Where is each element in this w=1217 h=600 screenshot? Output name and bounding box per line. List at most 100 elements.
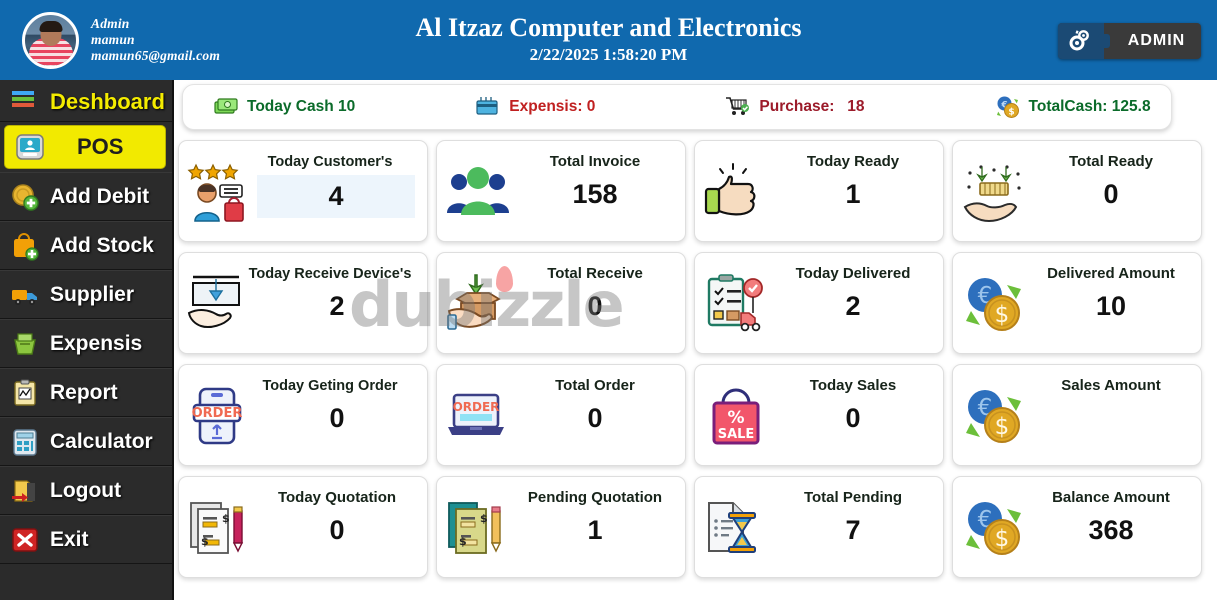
card-title: Today Customer's — [267, 154, 393, 170]
coins-exchange-icon: € $ — [961, 383, 1027, 449]
card-value: 0 — [587, 291, 603, 321]
card-value: 0 — [1103, 179, 1119, 209]
logout-arrow-icon — [10, 476, 40, 506]
svg-text:SALE: SALE — [718, 427, 755, 442]
sidebar-item-label: Add Stock — [50, 233, 154, 257]
card-title: Delivered Amount — [1047, 265, 1175, 282]
dashboard-bars-icon — [10, 87, 40, 117]
sidebar: Deshboard POS Add Debit Add Stock Suppli… — [0, 80, 174, 600]
card-today-customers[interactable]: Today Customer's 4 — [178, 140, 428, 242]
admin-button-label: ADMIN — [1127, 32, 1186, 49]
card-value: 0 — [845, 403, 861, 433]
gears-puzzle-icon — [1058, 23, 1110, 59]
coins-exchange-icon: € $ — [961, 495, 1027, 561]
sidebar-item-expensis[interactable]: Expensis — [0, 319, 172, 368]
cash-bundle-icon — [213, 95, 239, 119]
card-today-quotation[interactable]: $ $ Today Quotation 0 — [178, 476, 428, 578]
card-value: 10 — [1095, 291, 1127, 321]
red-x-icon — [10, 525, 40, 555]
card-value: 0 — [587, 403, 603, 433]
calculator-icon — [10, 427, 40, 457]
user-info: Admin mamun mamun65@gmail.com — [91, 16, 220, 64]
card-today-delivered[interactable]: Today Delivered 2 — [694, 252, 944, 354]
svg-text:ORDER: ORDER — [453, 400, 500, 414]
card-title: Today Geting Order — [262, 378, 398, 394]
sidebar-item-calculator[interactable]: Calculator — [0, 417, 172, 466]
sidebar-item-supplier[interactable]: Supplier — [0, 270, 172, 319]
sidebar-item-add-stock[interactable]: Add Stock — [0, 221, 172, 270]
sidebar-item-report[interactable]: Report — [0, 368, 172, 417]
pos-monitor-icon — [15, 132, 45, 162]
card-title: Sales Amount — [1061, 377, 1161, 394]
svg-text:$: $ — [480, 512, 488, 525]
card-title: Today Delivered — [795, 265, 911, 282]
status-label: Today Cash 10 — [247, 98, 356, 115]
sidebar-item-add-debit[interactable]: Add Debit — [0, 172, 172, 221]
hourglass-doc-icon — [703, 495, 769, 561]
order-laptop-icon: ORDER — [445, 383, 511, 449]
dashboard-window: Admin mamun mamun65@gmail.com Al Itzaz C… — [0, 0, 1217, 600]
status-label: TotalCash: 125.8 — [1028, 98, 1151, 115]
card-today-sales[interactable]: % SALE Today Sales 0 — [694, 364, 944, 466]
svg-text:$: $ — [995, 414, 1010, 440]
hand-package-icon — [961, 159, 1027, 225]
card-sales-amount[interactable]: € $ Sales Amount — [952, 364, 1202, 466]
status-label: Expensis: 0 — [509, 98, 596, 115]
sale-bag-icon: % SALE — [703, 383, 769, 449]
card-title: Total Invoice — [549, 153, 641, 170]
svg-text:$: $ — [459, 535, 467, 548]
card-value: 1 — [587, 515, 603, 545]
status-label: Purchase: 18 — [759, 98, 865, 115]
card-title: Total Ready — [1069, 153, 1153, 170]
clipboard-report-icon — [10, 378, 40, 408]
card-value: 0 — [329, 403, 345, 433]
card-value: 158 — [572, 179, 618, 209]
sidebar-item-label: Report — [50, 380, 118, 404]
svg-text:%: % — [727, 408, 744, 428]
sidebar-item-label: Deshboard — [50, 88, 165, 114]
status-today-cash: Today Cash 10 — [213, 95, 355, 119]
card-total-invoice[interactable]: Total Invoice 158 — [436, 140, 686, 242]
svg-text:$: $ — [222, 512, 230, 525]
admin-button[interactable]: ADMIN — [1058, 23, 1201, 59]
people-group-icon — [445, 159, 511, 225]
status-purchase: Purchase: 18 — [725, 95, 865, 119]
card-value: 2 — [329, 291, 345, 321]
open-box-hand-icon — [445, 271, 511, 337]
coin-plus-icon — [10, 182, 40, 212]
card-today-ready[interactable]: Today Ready 1 — [694, 140, 944, 242]
delivery-truck-icon — [10, 280, 40, 310]
svg-text:$: $ — [1008, 108, 1014, 118]
expense-card-icon — [475, 95, 501, 119]
card-title: Today Ready — [806, 153, 900, 170]
sidebar-item-label: POS — [77, 134, 124, 159]
sidebar-item-pos[interactable]: POS — [4, 125, 166, 169]
user-profile-block: Admin mamun mamun65@gmail.com — [22, 11, 382, 69]
stat-card-grid: Today Customer's 4 Total Invoice 158 Tod… — [176, 140, 1217, 578]
card-value: 4 — [257, 175, 415, 218]
sidebar-item-exit[interactable]: Exit — [0, 515, 172, 564]
user-email: mamun65@gmail.com — [91, 48, 221, 63]
summary-status-bar: Today Cash 10 Expensis: 0 Purchase: 18 €… — [182, 84, 1172, 130]
card-total-pending[interactable]: Total Pending 7 — [694, 476, 944, 578]
avatar — [22, 11, 79, 69]
purchase-cart-icon — [725, 95, 751, 119]
card-title: Total Order — [555, 377, 635, 394]
card-delivered-amount[interactable]: € $ Delivered Amount 10 — [952, 252, 1202, 354]
sidebar-item-logout[interactable]: Logout — [0, 466, 172, 515]
quotation-pencil-icon: $ $ — [445, 495, 511, 561]
card-pending-quotation[interactable]: $ $ Pending Quotation 1 — [436, 476, 686, 578]
card-title: Balance Amount — [1052, 489, 1170, 506]
card-balance-amount[interactable]: € $ Balance Amount 368 — [952, 476, 1202, 578]
sidebar-item-label: Logout — [50, 478, 122, 502]
sidebar-item-label: Exit — [50, 527, 89, 551]
app-header: Admin mamun mamun65@gmail.com Al Itzaz C… — [0, 0, 1217, 80]
card-today-geting-order[interactable]: ORDER Today Geting Order 0 — [178, 364, 428, 466]
coins-exchange-icon: € $ — [961, 271, 1027, 337]
card-total-ready[interactable]: Total Ready 0 — [952, 140, 1202, 242]
status-expensis: Expensis: 0 — [475, 95, 595, 119]
sidebar-item-deshboard[interactable]: Deshboard — [0, 82, 172, 122]
card-total-receive[interactable]: Total Receive 0 — [436, 252, 686, 354]
card-today-receive-devices[interactable]: Today Receive Device's 2 — [178, 252, 428, 354]
card-total-order[interactable]: ORDER Total Order 0 — [436, 364, 686, 466]
